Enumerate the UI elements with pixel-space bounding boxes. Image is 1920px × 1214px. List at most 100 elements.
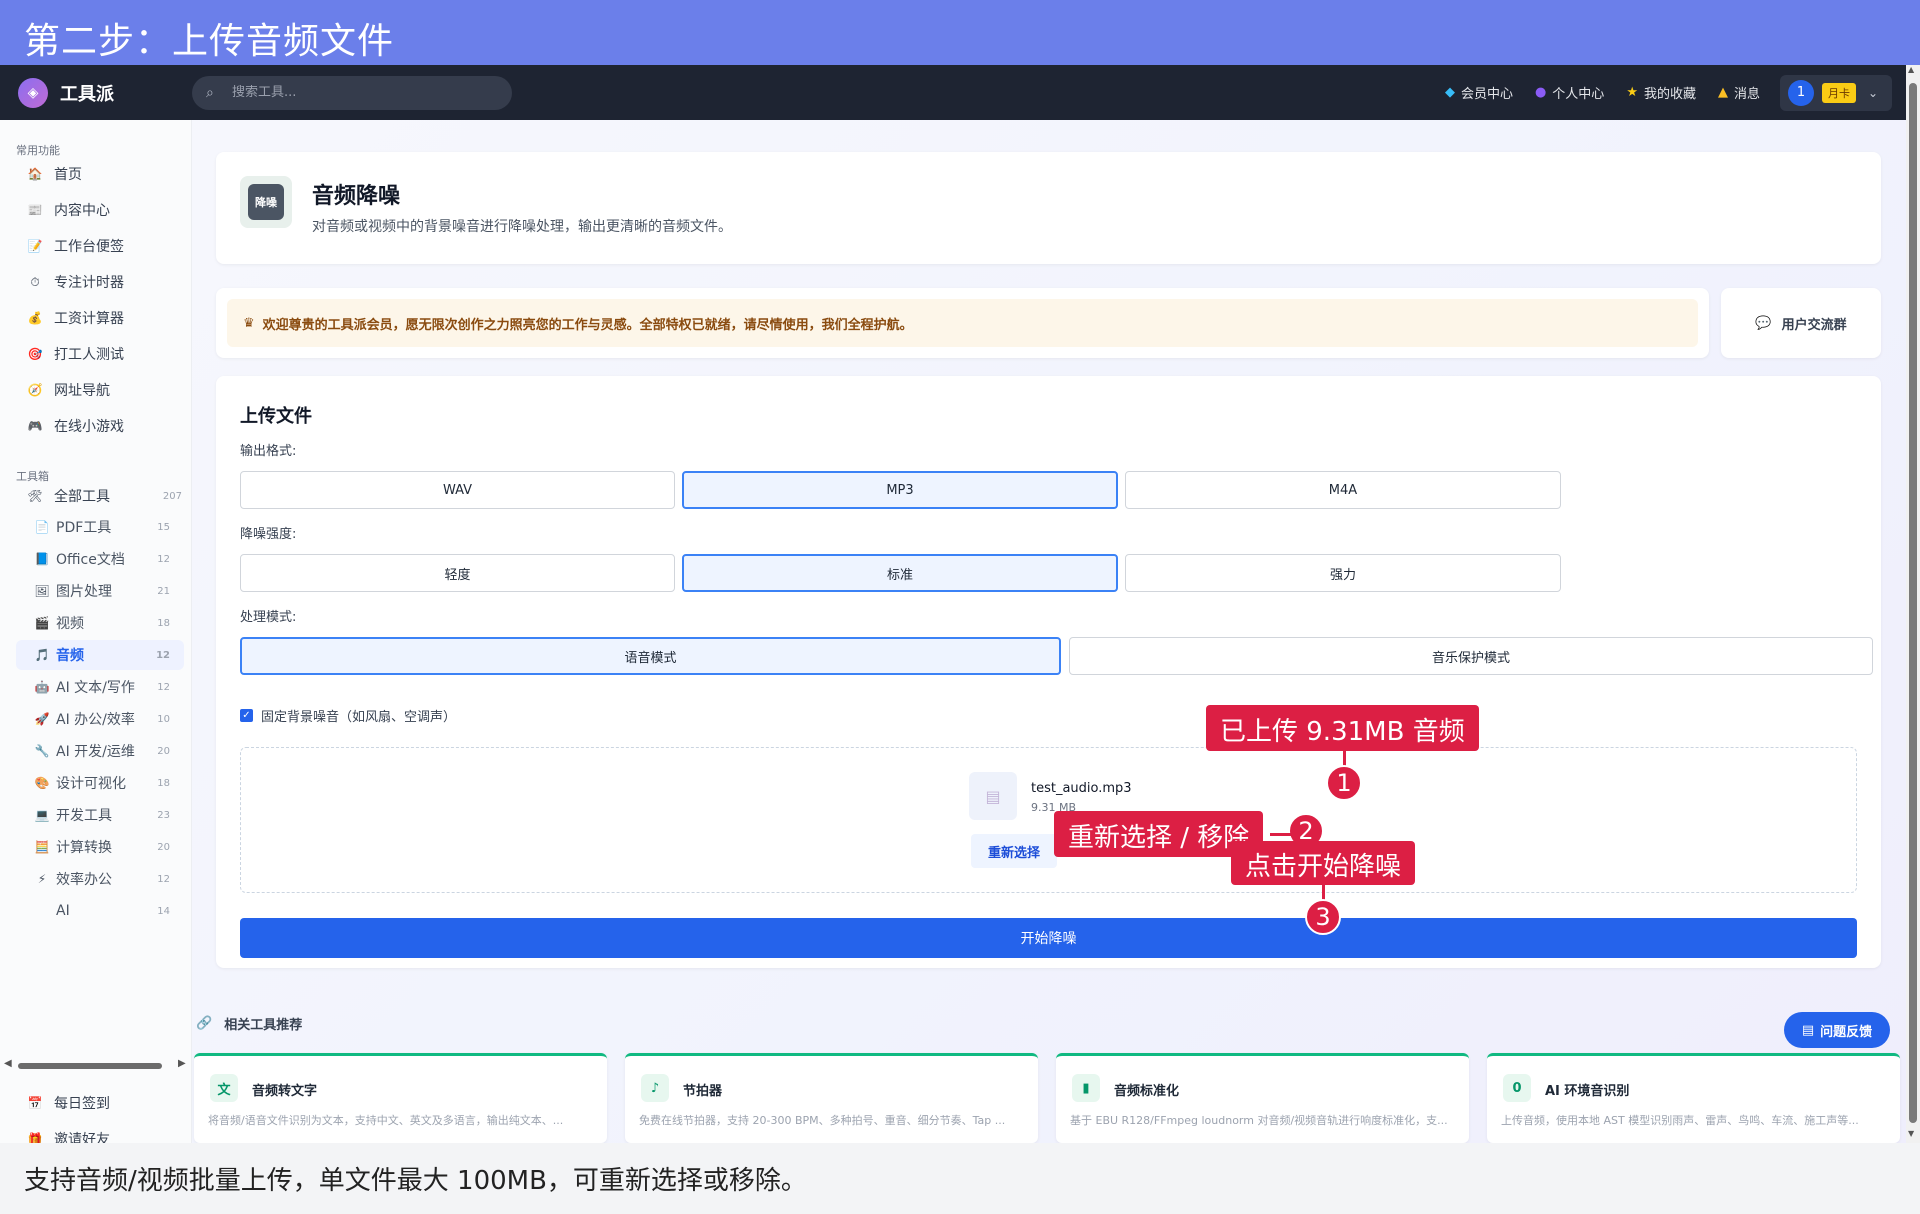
search-icon: ⌕ [206,84,214,101]
annotation-2-line [1270,833,1292,836]
nav-messages[interactable]: ▲ 消息 [1718,83,1760,102]
sidebar-tool-office-doc[interactable]: 📘 Office文档 12 [16,544,184,574]
user-group-button[interactable]: 💬 用户交流群 [1721,288,1881,358]
sidebar-tool-calculator[interactable]: 🧮 计算转换 20 [16,832,184,862]
sidebar-tool-image[interactable]: 🖼 图片处理 21 [16,576,184,606]
feedback-button[interactable]: ▤ 问题反馈 [1784,1012,1890,1048]
tutorial-title: 第二步：上传音频文件 [0,0,1920,65]
format-option-mp3[interactable]: MP3 [682,471,1118,509]
chat-bubble-icon: 💬 [1755,315,1772,331]
strength-label: 降噪强度: [240,527,297,542]
brand[interactable]: ◈ 工具派 [18,77,190,108]
mode-option-music[interactable]: 音乐保护模式 [1069,637,1873,675]
gamepad-icon: 🎮 [27,419,43,433]
video-icon: 🎬 [34,616,50,630]
start-denoise-button[interactable]: 开始降噪 [240,918,1857,958]
bar-chart-icon: ▮ [1072,1074,1100,1102]
sidebar-tool-ai-writing[interactable]: 🤖 AI 文本/写作 12 [16,672,184,702]
lightning-icon: ⚡ [37,872,47,886]
gift-icon: 🎁 [27,1132,43,1143]
checkbox-checked-icon[interactable]: ✓ [240,709,253,722]
sidebar-tool-video[interactable]: 🎬 视频 18 [16,608,184,638]
sidebar-tool-ai-dev[interactable]: 🔧 AI 开发/运维 20 [16,736,184,766]
sidebar-item-news[interactable]: 📰 内容中心 [16,194,184,226]
sidebar-item-note[interactable]: 📝 工作台便签 [16,230,184,262]
ai-office-icon: 🚀 [34,712,50,726]
tool-count: 18 [157,617,170,629]
page-vscrollbar[interactable]: ▲ ▼ [1906,65,1920,1143]
mode-label: 处理模式: [240,610,297,625]
related-tool-name: 音频转文字 [252,1084,318,1099]
search-box[interactable]: ⌕ [192,75,512,110]
strength-option-light[interactable]: 轻度 [240,554,675,592]
office-doc-icon: 📘 [34,552,50,566]
related-tool-card[interactable]: ♪ 节拍器 免费在线节拍器，支持 20-300 BPM、多种拍号、重音、细分节奏、T… [625,1053,1038,1143]
reselect-button[interactable]: 重新选择 [971,834,1057,868]
pdf-icon: 📄 [34,520,50,534]
related-tool-card[interactable]: ▮ 音频标准化 基于 EBU R128/FFmpeg loudnorm 对音频/视频… [1056,1053,1469,1143]
tool-count: 20 [157,745,170,757]
sidebar-hscrollbar[interactable]: ◀ ▶ [0,1058,192,1072]
ai-dev-icon: 🔧 [34,744,50,758]
sidebar-tool-music-note[interactable]: 🎵 音频 12 [16,640,184,670]
image-icon: 🖼 [34,584,50,598]
sidebar-item-calendar[interactable]: 📅 每日签到 [16,1087,184,1119]
page-description: 对音频或视频中的背景噪音进行降噪处理，输出更清晰的音频文件。 [312,219,732,235]
fixed-noise-checkbox[interactable]: ✓ 固定背景噪音（如风扇、空调声） [240,706,456,725]
sidebar-tool-ai[interactable]: AI 14 [16,896,184,926]
nav-personal-center[interactable]: ● 个人中心 [1535,83,1604,102]
user-icon: ● [1534,85,1547,100]
tool-count: 12 [157,553,170,565]
news-icon: 📰 [27,203,43,217]
sidebar-item-all-tools[interactable]: 🛠 全部工具 207 [16,480,184,512]
related-tool-card[interactable]: 0 AI 环境音识别 上传音频，使用本地 AST 模型识别雨声、雷声、鸟鸣、车流、施… [1487,1053,1900,1143]
user-menu[interactable]: 1 月卡 ⌄ [1780,74,1892,111]
calendar-icon: 📅 [27,1096,43,1110]
sidebar-item-target[interactable]: 🎯 打工人测试 [16,338,184,370]
tool-count: 18 [157,777,170,789]
plan-badge: 月卡 [1822,82,1856,103]
scroll-thumb[interactable] [1909,83,1917,1123]
sidebar-item-home[interactable]: 🏠 首页 [16,158,184,190]
scroll-up-icon[interactable]: ▲ [1908,65,1914,74]
tool-count: 14 [157,905,170,917]
tool-count: 12 [157,873,170,885]
sidebar-item-timer[interactable]: ⏱ 专注计时器 [16,266,184,298]
tool-count: 207 [162,490,182,502]
transcribe-icon: 文 [210,1074,238,1102]
denoise-icon: 降噪 [240,176,292,228]
note-icon: 📝 [27,239,43,253]
sidebar-tool-pdf[interactable]: 📄 PDF工具 15 [16,512,184,542]
strength-option-standard[interactable]: 标准 [682,554,1118,592]
sidebar-item-gift[interactable]: 🎁 邀请好友 [16,1123,184,1143]
sidebar-tool-design[interactable]: 🎨 设计可视化 18 [16,768,184,798]
tutorial-caption: 支持音频/视频批量上传，单文件最大 100MB，可重新选择或移除。 [0,1143,1920,1214]
tool-header-card: 降噪 音频降噪 对音频或视频中的背景噪音进行降噪处理，输出更清晰的音频文件。 [216,152,1881,264]
upload-title: 上传文件 [240,406,312,427]
design-icon: 🎨 [34,776,50,790]
scroll-thumb[interactable] [18,1063,162,1069]
search-input[interactable] [232,85,492,100]
sidebar-item-money-bag[interactable]: 💰 工资计算器 [16,302,184,334]
nav-favorites[interactable]: ★ 我的收藏 [1626,83,1696,102]
nav-member-center[interactable]: ◆ 会员中心 [1445,83,1513,102]
scroll-right-icon[interactable]: ▶ [178,1058,186,1069]
sidebar-tool-dev-tools[interactable]: 💻 开发工具 23 [16,800,184,830]
strength-option-strong[interactable]: 强力 [1125,554,1561,592]
mode-option-voice[interactable]: 语音模式 [240,637,1061,675]
format-option-m4a[interactable]: M4A [1125,471,1561,509]
sidebar-item-compass[interactable]: 🧭 网址导航 [16,374,184,406]
avatar: 1 [1788,79,1814,106]
format-option-wav[interactable]: WAV [240,471,675,509]
sidebar: 常用功能 🏠 首页 📰 内容中心 📝 工作台便签 ⏱ 专注计时器 💰 工资计算器 🎯 打工人测试 🧭 网址… [0,120,192,1143]
related-tool-card[interactable]: 文音频转文字 将音频/语音文件识别为文本，支持中文、英文及多语言，输出纯文本、..… [194,1053,607,1143]
sidebar-item-gamepad[interactable]: 🎮 在线小游戏 [16,410,184,442]
sidebar-tool-ai-office[interactable]: 🚀 AI 办公/效率 10 [16,704,184,734]
sidebar-tool-lightning[interactable]: ⚡ 效率办公 12 [16,864,184,894]
file-drop-zone[interactable]: ▤ test_audio.mp3 9.31 MB 重新选择 [240,747,1857,893]
crown-icon: ♛ [243,315,255,331]
file-icon: ▤ [969,772,1017,820]
scroll-left-icon[interactable]: ◀ [4,1058,12,1069]
tools-icon: 🛠 [27,489,43,503]
scroll-down-icon[interactable]: ▼ [1908,1129,1914,1138]
